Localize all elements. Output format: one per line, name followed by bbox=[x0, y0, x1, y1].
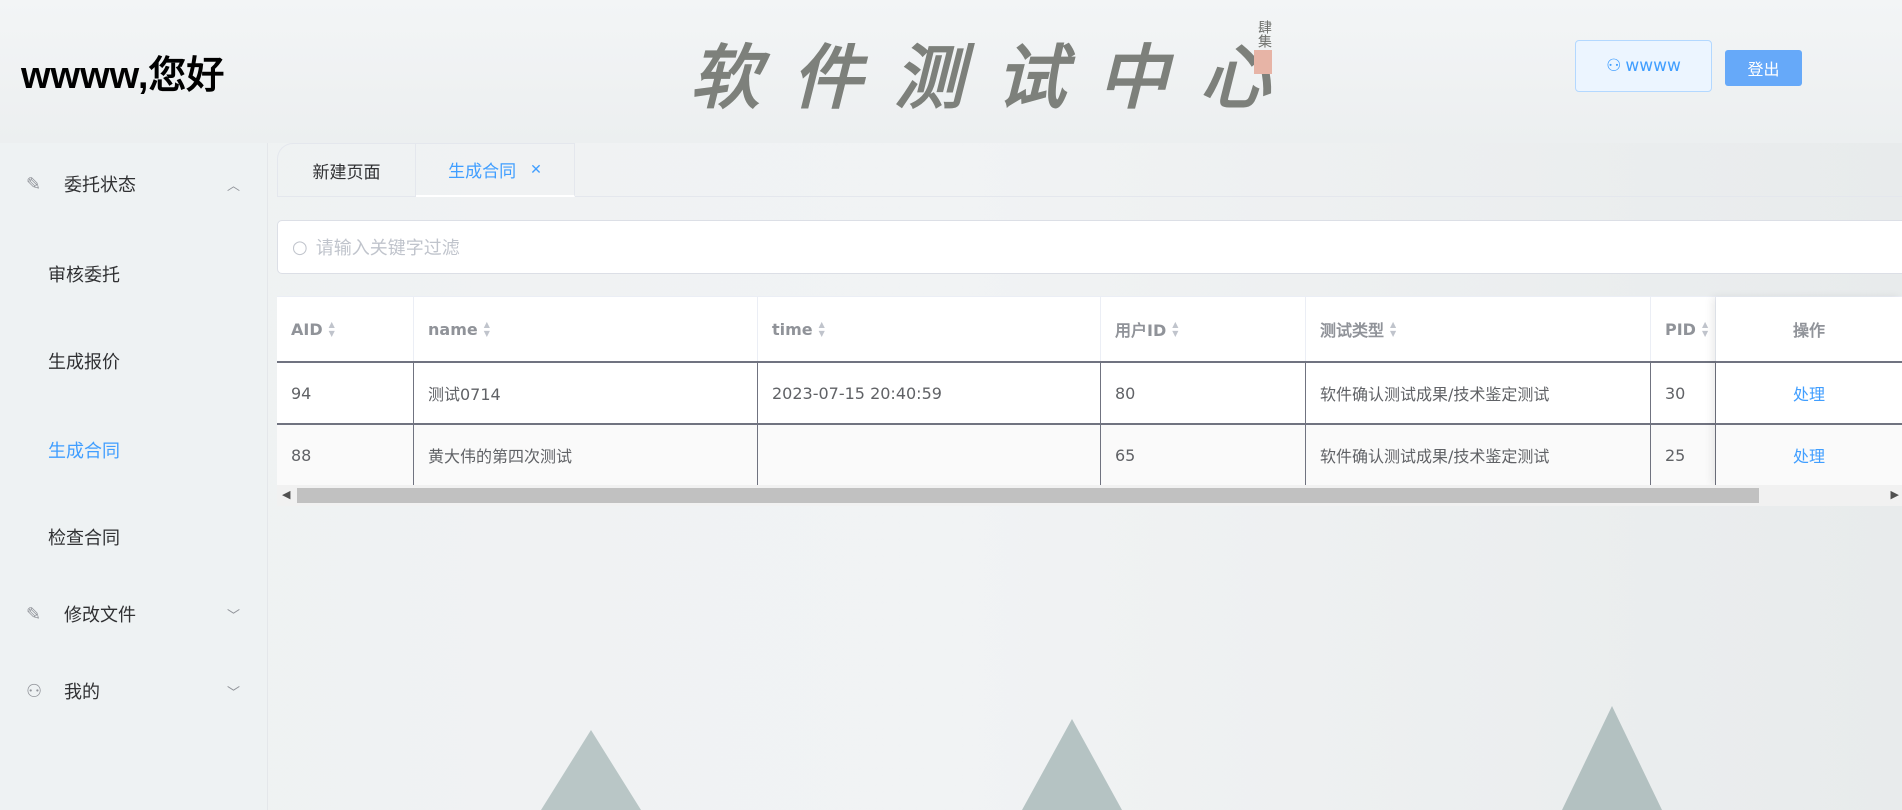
sidebar-group-label: 修改文件 bbox=[64, 605, 136, 626]
background-peak bbox=[1562, 706, 1662, 810]
seal-logo: 肆集 bbox=[1254, 20, 1276, 82]
tab-bar: 新建页面 生成合同 ✕ bbox=[277, 143, 1902, 197]
cell-aid: 88 bbox=[277, 425, 414, 485]
user-icon: ⚇ bbox=[26, 680, 43, 702]
sidebar-group-modify-files[interactable]: ✎ 修改文件 ﹀ bbox=[0, 601, 268, 627]
tab-generate-contract[interactable]: 生成合同 ✕ bbox=[416, 143, 575, 197]
search-input[interactable]: ○ 请输入关键字过滤 bbox=[277, 220, 1902, 274]
cell-aid: 94 bbox=[277, 363, 414, 423]
scroll-right-icon[interactable]: ▶ bbox=[1891, 488, 1899, 501]
table-row: 88 黄大伟的第四次测试 65 软件确认测试成果/技术鉴定测试 25 bbox=[277, 423, 1902, 485]
header: wwww,您好 软件测试中心 肆集 ⚇ wwww 登出 bbox=[0, 0, 1902, 143]
sort-icon[interactable]: ▲ ▼ bbox=[1702, 320, 1708, 338]
column-header-test-type[interactable]: 测试类型 ▲ ▼ bbox=[1306, 297, 1651, 361]
logo-calligraphy: 软件测试中心 bbox=[690, 36, 1302, 119]
horizontal-scrollbar[interactable]: ◀ ▶ bbox=[277, 485, 1902, 506]
column-header-action: 操作 bbox=[1792, 321, 1825, 340]
scroll-left-icon[interactable]: ◀ bbox=[282, 488, 290, 501]
cell-time bbox=[758, 425, 1101, 485]
pencil-icon: ✎ bbox=[26, 173, 42, 195]
cell-user-id: 80 bbox=[1101, 363, 1306, 423]
cell-name: 测试0714 bbox=[414, 363, 758, 423]
fixed-action-column: 操作 处理 处理 bbox=[1716, 297, 1902, 485]
sidebar-group-entrust-status[interactable]: ✎ 委托状态 ︿ bbox=[0, 171, 268, 197]
column-header-user-id[interactable]: 用户ID ▲ ▼ bbox=[1101, 297, 1306, 361]
seal-text: 肆集 bbox=[1256, 20, 1272, 48]
data-table: AID ▲ ▼ name ▲ ▼ time ▲ ▼ 用户ID ▲ ▼ 测试类型 ▲ ▼ PID ▲ ▼ … bbox=[277, 296, 1902, 506]
tab-label: 新建页面 bbox=[312, 163, 381, 183]
sort-icon[interactable]: ▲ ▼ bbox=[1390, 320, 1396, 338]
seal-stamp bbox=[1254, 50, 1272, 74]
search-placeholder: 请输入关键字过滤 bbox=[315, 238, 460, 259]
sort-icon[interactable]: ▲ ▼ bbox=[1172, 320, 1178, 338]
sidebar-item-review-entrust[interactable]: 审核委托 bbox=[48, 261, 120, 287]
tab-new-page[interactable]: 新建页面 bbox=[277, 143, 416, 197]
logout-button[interactable]: 登出 bbox=[1725, 50, 1802, 86]
chevron-up-icon: ︿ bbox=[226, 178, 240, 194]
close-icon[interactable]: ✕ bbox=[530, 162, 542, 178]
search-icon: ○ bbox=[292, 236, 308, 258]
column-header-name[interactable]: name ▲ ▼ bbox=[414, 297, 758, 361]
sidebar-item-check-contract[interactable]: 检查合同 bbox=[48, 524, 120, 550]
sort-icon[interactable]: ▲ ▼ bbox=[484, 320, 490, 338]
cell-pid: 30 bbox=[1651, 363, 1716, 423]
sidebar-group-label: 委托状态 bbox=[64, 175, 136, 196]
pencil-icon: ✎ bbox=[26, 603, 42, 625]
tab-label: 生成合同 bbox=[448, 162, 517, 182]
cell-test-type: 软件确认测试成果/技术鉴定测试 bbox=[1306, 363, 1651, 423]
background-peak bbox=[1022, 719, 1122, 810]
table-row: 94 测试0714 2023-07-15 20:40:59 80 软件确认测试成… bbox=[277, 361, 1902, 423]
sidebar-item-generate-contract[interactable]: 生成合同 bbox=[48, 437, 120, 463]
background-peak bbox=[541, 730, 641, 810]
sidebar-group-label: 我的 bbox=[64, 682, 100, 703]
user-button[interactable]: ⚇ wwww bbox=[1575, 40, 1712, 92]
sidebar: ✎ 委托状态 ︿ 审核委托 生成报价 生成合同 检查合同 ✎ 修改文件 ﹀ ⚇ 我的 ﹀ bbox=[0, 143, 268, 810]
sidebar-item-generate-quote[interactable]: 生成报价 bbox=[48, 348, 120, 374]
sort-icon[interactable]: ▲ ▼ bbox=[819, 320, 825, 338]
sort-icon[interactable]: ▲ ▼ bbox=[329, 320, 335, 338]
chevron-down-icon: ﹀ bbox=[226, 608, 240, 624]
cell-time: 2023-07-15 20:40:59 bbox=[758, 363, 1101, 423]
user-icon: ⚇ bbox=[1606, 56, 1622, 76]
sidebar-group-mine[interactable]: ⚇ 我的 ﹀ bbox=[0, 678, 268, 704]
user-label: wwww bbox=[1625, 56, 1681, 76]
process-link[interactable]: 处理 bbox=[1716, 361, 1902, 423]
chevron-down-icon: ﹀ bbox=[226, 685, 240, 701]
scrollbar-thumb[interactable] bbox=[297, 488, 1759, 503]
greeting: wwww,您好 bbox=[21, 55, 225, 97]
cell-pid: 25 bbox=[1651, 425, 1716, 485]
cell-test-type: 软件确认测试成果/技术鉴定测试 bbox=[1306, 425, 1651, 485]
column-header-aid[interactable]: AID ▲ ▼ bbox=[277, 297, 414, 361]
process-link[interactable]: 处理 bbox=[1716, 423, 1902, 485]
cell-name: 黄大伟的第四次测试 bbox=[414, 425, 758, 485]
column-header-time[interactable]: time ▲ ▼ bbox=[758, 297, 1101, 361]
cell-user-id: 65 bbox=[1101, 425, 1306, 485]
column-header-pid[interactable]: PID ▲ ▼ bbox=[1651, 297, 1716, 361]
table-header-row: AID ▲ ▼ name ▲ ▼ time ▲ ▼ 用户ID ▲ ▼ 测试类型 ▲ ▼ PID ▲ ▼ bbox=[277, 297, 1902, 361]
